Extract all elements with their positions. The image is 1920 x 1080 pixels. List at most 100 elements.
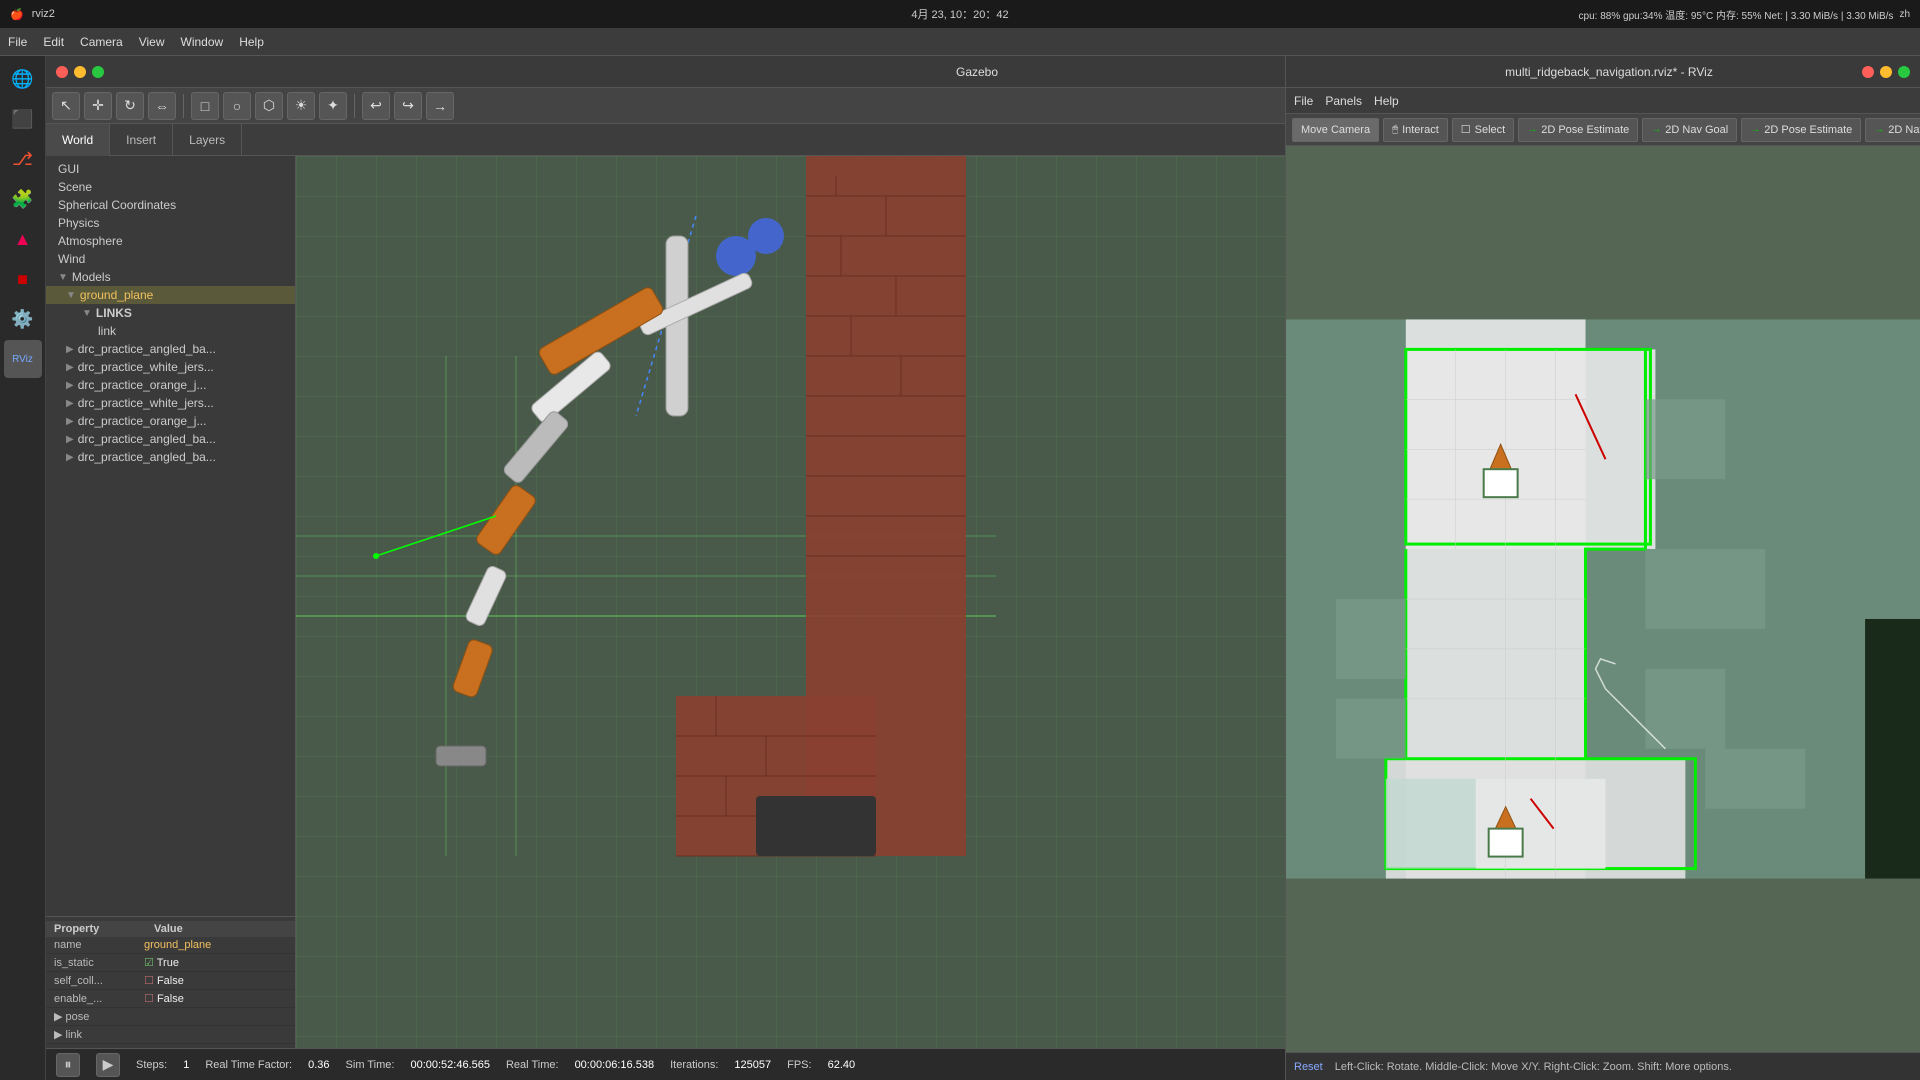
prop-header: Property Value: [46, 921, 295, 937]
tree-item-link[interactable]: link: [46, 322, 295, 340]
tree-item-gui[interactable]: GUI: [46, 160, 295, 178]
checkbox-icon[interactable]: ☐: [144, 993, 154, 1005]
light-tool[interactable]: ☀: [287, 92, 315, 120]
sidebar-chrome[interactable]: 🌐: [4, 60, 42, 98]
prop-isstatic-label: is_static: [50, 956, 140, 970]
pause-btn[interactable]: ⏸: [56, 1053, 80, 1077]
sidebar-extensions[interactable]: 🧩: [4, 180, 42, 218]
tree-label: drc_practice_angled_ba...: [78, 450, 216, 464]
iterations-label: Iterations:: [670, 1059, 718, 1071]
real-time-label: Real Time:: [506, 1059, 559, 1071]
sidebar-rviz[interactable]: RViz: [4, 340, 42, 378]
tree-label: Atmosphere: [58, 234, 123, 248]
2d-nav-goal-btn-1[interactable]: → 2D Nav Goal: [1642, 124, 1737, 142]
system-bar: 🍎 rviz2 4月 23, 10：20：42 cpu: 88% gpu:34%…: [0, 0, 1920, 28]
tree-item-drc3[interactable]: ▶ drc_practice_orange_j...: [46, 376, 295, 394]
datetime: 4月 23, 10：20：42: [911, 9, 1008, 21]
prop-enable-label: enable_...: [50, 992, 140, 1006]
menu-view[interactable]: View: [139, 35, 165, 49]
prop-row-isstatic[interactable]: is_static ☑ True: [46, 954, 295, 972]
tree-label: drc_practice_white_jers...: [78, 360, 214, 374]
cursor-tool[interactable]: ↖: [52, 92, 80, 120]
rotate-tool[interactable]: ↻: [116, 92, 144, 120]
prop-row-name[interactable]: name ground_plane: [46, 937, 295, 954]
tree-label: drc_practice_angled_ba...: [78, 432, 216, 446]
tree-item-wind[interactable]: Wind: [46, 250, 295, 268]
tab-layers[interactable]: Layers: [173, 124, 242, 156]
tree-item-links[interactable]: ▼ LINKS: [46, 304, 295, 322]
tree-item-drc5[interactable]: ▶ drc_practice_orange_j...: [46, 412, 295, 430]
menu-camera[interactable]: Camera: [80, 35, 123, 49]
maximize-button[interactable]: [92, 66, 104, 78]
undo-btn[interactable]: ↩: [362, 92, 390, 120]
tree-item-scene[interactable]: Scene: [46, 178, 295, 196]
sidebar-vscode[interactable]: ⬛: [4, 100, 42, 138]
menu-help[interactable]: Help: [239, 35, 264, 49]
checkbox-icon[interactable]: ☐: [144, 975, 154, 987]
translate-tool[interactable]: ✛: [84, 92, 112, 120]
apple-icon[interactable]: 🍎: [10, 8, 24, 21]
map-view[interactable]: [1286, 146, 1920, 1052]
prop-row-link[interactable]: ▶ link: [46, 1026, 295, 1044]
tree-item-drc6[interactable]: ▶ drc_practice_angled_ba...: [46, 430, 295, 448]
menu-file[interactable]: File: [8, 35, 27, 49]
redo-arrow[interactable]: →: [426, 92, 454, 120]
prop-link-value: [140, 1034, 291, 1036]
prop-row-pose[interactable]: ▶ pose: [46, 1008, 295, 1026]
menu-edit[interactable]: Edit: [43, 35, 64, 49]
prop-name-value: ground_plane: [140, 938, 291, 952]
tree-item-drc7[interactable]: ▶ drc_practice_angled_ba...: [46, 448, 295, 466]
tree-item-drc4[interactable]: ▶ drc_practice_white_jers...: [46, 394, 295, 412]
menu-window[interactable]: Window: [181, 35, 224, 49]
2d-pose-estimate-btn-1[interactable]: → 2D Pose Estimate: [1518, 124, 1638, 142]
prop-row-enable[interactable]: enable_... ☐ False: [46, 990, 295, 1008]
point-light[interactable]: ✦: [319, 92, 347, 120]
sidebar-terminal[interactable]: ■: [4, 260, 42, 298]
sidebar-robot[interactable]: ▲: [4, 220, 42, 258]
tab-world[interactable]: World: [46, 124, 110, 156]
tree-label: Wind: [58, 252, 85, 266]
tree-item-ground-plane[interactable]: ▼ ground_plane: [46, 286, 295, 304]
tree-label: drc_practice_orange_j...: [78, 414, 207, 428]
move-camera-btn[interactable]: Move Camera: [1292, 124, 1379, 142]
prop-col-property: Property: [54, 923, 154, 935]
tree-item-drc2[interactable]: ▶ drc_practice_white_jers...: [46, 358, 295, 376]
step-btn[interactable]: ▶: [96, 1053, 120, 1077]
properties-panel: Property Value name ground_plane is_stat…: [46, 916, 295, 1048]
prop-pose-value: [140, 1016, 291, 1018]
scale-tool[interactable]: ⇔: [148, 92, 176, 120]
sidebar-settings[interactable]: ⚙️: [4, 300, 42, 338]
fps-label: FPS:: [787, 1059, 811, 1071]
redo-btn[interactable]: ↪: [394, 92, 422, 120]
fps-value: 62.40: [828, 1059, 856, 1071]
tree-label: Physics: [58, 216, 99, 230]
close-button[interactable]: [56, 66, 68, 78]
tree-item-spherical[interactable]: Spherical Coordinates: [46, 196, 295, 214]
prop-row-selfcoll[interactable]: self_coll... ☐ False: [46, 972, 295, 990]
tree-label: drc_practice_white_jers...: [78, 396, 214, 410]
expand-arrow: ▶: [66, 362, 74, 373]
box-tool[interactable]: □: [191, 92, 219, 120]
tree-item-atmosphere[interactable]: Atmosphere: [46, 232, 295, 250]
minimize-button[interactable]: [74, 66, 86, 78]
tree-item-drc1[interactable]: ▶ drc_practice_angled_ba...: [46, 340, 295, 358]
tab-insert[interactable]: Insert: [110, 124, 173, 156]
tree-label: drc_practice_angled_ba...: [78, 342, 216, 356]
sidebar-git[interactable]: ⎇: [4, 140, 42, 178]
toolbar-separator-2: [354, 94, 355, 118]
cylinder-tool[interactable]: ⬡: [255, 92, 283, 120]
expand-arrow: ▶: [66, 452, 74, 463]
checkbox-icon[interactable]: ☑: [144, 957, 154, 969]
sphere-tool[interactable]: ○: [223, 92, 251, 120]
cpu-info: cpu: 88% gpu:34% 温度: 95°C 内存: 55% Net: |…: [1579, 7, 1894, 22]
tree-label: GUI: [58, 162, 79, 176]
interact-btn[interactable]: 🖱 Interact: [1383, 124, 1448, 142]
reset-btn[interactable]: Reset: [1294, 1061, 1323, 1073]
select-btn[interactable]: ☐ Select: [1452, 124, 1514, 142]
tree-item-models[interactable]: ▼ Models: [46, 268, 295, 286]
prop-isstatic-value: ☑ True: [140, 955, 291, 970]
2d-nav-goal-btn-2[interactable]: → 2D Nav Goal: [1865, 124, 1920, 142]
tree-item-physics[interactable]: Physics: [46, 214, 295, 232]
expand-arrow: ▼: [66, 290, 76, 301]
2d-pose-estimate-btn-2[interactable]: → 2D Pose Estimate: [1741, 124, 1861, 142]
